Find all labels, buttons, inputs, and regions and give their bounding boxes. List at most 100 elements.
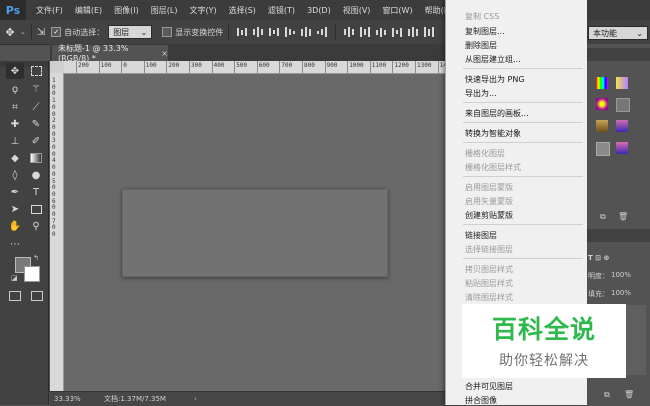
align-hcenter-icon[interactable] (301, 27, 312, 37)
menu-item-artboard-from-layers[interactable]: 来自图层的画板... (465, 108, 529, 119)
menu-item-group-from-layers[interactable]: 从图层建立组... (465, 54, 521, 65)
align-bottom-icon[interactable] (269, 27, 280, 37)
menu-item-enable-vector-mask[interactable]: 启用矢量蒙版 (465, 196, 513, 207)
pen-tool-icon[interactable]: ✒ (6, 184, 24, 200)
menu-item-export-as[interactable]: 导出为... (465, 88, 497, 99)
menu-item-link-layers[interactable]: 链接图层 (465, 230, 497, 241)
hand-tool-icon[interactable]: ✋ (6, 218, 24, 234)
clone-stamp-tool-icon[interactable]: ⊥ (6, 133, 24, 149)
marquee-tool-icon[interactable] (27, 63, 45, 79)
more-tools-icon[interactable]: ⋯ (6, 236, 24, 252)
menu-item-copy-css[interactable]: 复制 CSS (465, 11, 499, 22)
gradient-tool-icon[interactable] (27, 150, 45, 166)
crop-tool-icon[interactable]: ⌗ (6, 99, 24, 115)
tool-preset-chevron-icon[interactable]: ⌄ (20, 28, 26, 36)
menu-item-flatten-image[interactable]: 拼合图像 (465, 395, 497, 406)
menu-item-paste-layer-style[interactable]: 粘贴图层样式 (465, 278, 513, 289)
menu-item-rasterize-layer[interactable]: 栅格化图层 (465, 148, 505, 159)
rectangle-tool-icon[interactable] (27, 201, 45, 217)
auto-select-dropdown[interactable]: 图层 ⌄ (108, 25, 153, 39)
auto-select-checkbox[interactable]: ✓ (51, 27, 62, 37)
align-top-icon[interactable] (237, 27, 248, 37)
menu-item-select-linked-layers[interactable]: 选择链接图层 (465, 244, 513, 255)
menu-window[interactable]: 窗口(W) (376, 5, 418, 16)
new-layer-icon[interactable]: ⧉ (604, 390, 610, 400)
menu-3d[interactable]: 3D(D) (301, 6, 337, 15)
magic-wand-tool-icon[interactable]: ⚚ (27, 81, 45, 97)
blur-tool-icon[interactable]: ◊ (6, 167, 24, 183)
move-tool-icon[interactable]: ✥ (6, 63, 24, 79)
menu-item-duplicate-layer[interactable]: 复制图层... (465, 26, 505, 37)
style-swatch[interactable] (616, 98, 630, 112)
divider (30, 24, 32, 40)
menu-type[interactable]: 文字(Y) (183, 5, 222, 16)
dodge-tool-icon[interactable]: ● (27, 167, 45, 183)
style-swatch[interactable] (596, 142, 610, 156)
document-canvas[interactable] (122, 189, 388, 277)
menu-item-copy-layer-style[interactable]: 拷贝图层样式 (465, 264, 513, 275)
align-right-icon[interactable] (317, 27, 328, 37)
screen-mode-icon[interactable] (31, 291, 43, 301)
menu-layer[interactable]: 图层(L) (145, 5, 184, 16)
healing-brush-tool-icon[interactable]: ✚ (6, 116, 24, 132)
vertical-ruler: 100100200300400500600700 (50, 73, 64, 391)
zoom-tool-icon[interactable]: ⚲ (27, 218, 45, 234)
type-tool-icon[interactable]: T (27, 184, 45, 200)
menu-view[interactable]: 视图(V) (337, 5, 377, 16)
distribute-hcenter-icon[interactable] (408, 27, 419, 37)
distribute-bottom-icon[interactable] (376, 27, 387, 37)
menu-item-merge-visible[interactable]: 合并可见图层 (465, 381, 513, 392)
menu-item-delete-layer[interactable]: 删除图层 (465, 40, 497, 51)
menu-file[interactable]: 文件(F) (30, 5, 69, 16)
trash-icon[interactable]: 🗑 (618, 212, 628, 221)
menu-edit[interactable]: 编辑(E) (69, 5, 108, 16)
layer-filter-icons[interactable]: T ⊡ ⊕ (588, 254, 609, 262)
lasso-tool-icon[interactable]: ϙ (6, 81, 24, 97)
style-swatch[interactable] (616, 120, 628, 132)
default-colors-icon[interactable]: ◪ (11, 274, 18, 282)
quick-mask-icon[interactable] (9, 291, 21, 301)
menu-item-clear-layer-style[interactable]: 清除图层样式 (465, 292, 513, 303)
menu-item-convert-smart-object[interactable]: 转换为智能对象 (465, 128, 521, 139)
horizontal-ruler: 200 100 0 100 200 300 400 500 600 700 800 900 1000 11… (64, 61, 464, 74)
status-menu-arrow-icon[interactable]: › (194, 395, 197, 403)
style-swatch[interactable] (616, 77, 628, 89)
align-left-icon[interactable] (285, 27, 296, 37)
menu-item-enable-layer-mask[interactable]: 启用图层蒙版 (465, 182, 513, 193)
style-swatch[interactable] (596, 77, 608, 89)
swap-colors-icon[interactable]: ↰ (33, 254, 39, 262)
opacity-value[interactable]: 100% (611, 271, 631, 279)
style-swatch[interactable] (616, 142, 628, 154)
distribute-right-icon[interactable] (424, 27, 435, 37)
document-tab[interactable]: 未标题-1 @ 33.3%(RGB/8) * × (52, 44, 168, 63)
workspace-switcher[interactable]: 本功能 ⌄ (588, 26, 648, 40)
distribute-left-icon[interactable] (392, 27, 403, 37)
menu-item-rasterize-layer-style[interactable]: 栅格化图层样式 (465, 162, 521, 173)
fill-value[interactable]: 100% (611, 289, 631, 297)
menu-item-quick-export-png[interactable]: 快速导出为 PNG (465, 74, 525, 85)
align-vcenter-icon[interactable] (253, 27, 264, 37)
distribute-top-icon[interactable] (344, 27, 355, 37)
background-color-swatch[interactable] (24, 266, 40, 282)
move-tool-icon[interactable]: ✥ (0, 26, 20, 39)
style-swatch[interactable] (596, 120, 608, 132)
eyedropper-tool-icon[interactable]: ⟋ (27, 99, 45, 115)
zoom-level[interactable]: 33.33% (54, 395, 104, 403)
close-icon[interactable]: × (161, 49, 168, 58)
menu-filter[interactable]: 滤镜(T) (262, 5, 301, 16)
workspace-value: 本功能 (593, 28, 617, 38)
show-transform-checkbox[interactable] (162, 27, 173, 37)
menu-item-create-clipping-mask[interactable]: 创建剪贴蒙版 (465, 210, 513, 221)
eraser-tool-icon[interactable]: ◆ (6, 150, 24, 166)
menu-image[interactable]: 图像(I) (108, 5, 145, 16)
brush-tool-icon[interactable]: ✎ (27, 116, 45, 132)
delete-layer-icon[interactable]: 🗑 (624, 390, 634, 399)
ruler-label: 1200 (394, 62, 409, 69)
path-selection-tool-icon[interactable]: ➤ (6, 201, 24, 217)
layers-list[interactable] (624, 305, 646, 375)
history-brush-tool-icon[interactable]: ✐ (27, 133, 45, 149)
distribute-vcenter-icon[interactable] (360, 27, 371, 37)
new-item-icon[interactable]: ⧉ (600, 212, 606, 222)
menu-select[interactable]: 选择(S) (223, 5, 262, 16)
style-swatch[interactable] (596, 98, 608, 110)
